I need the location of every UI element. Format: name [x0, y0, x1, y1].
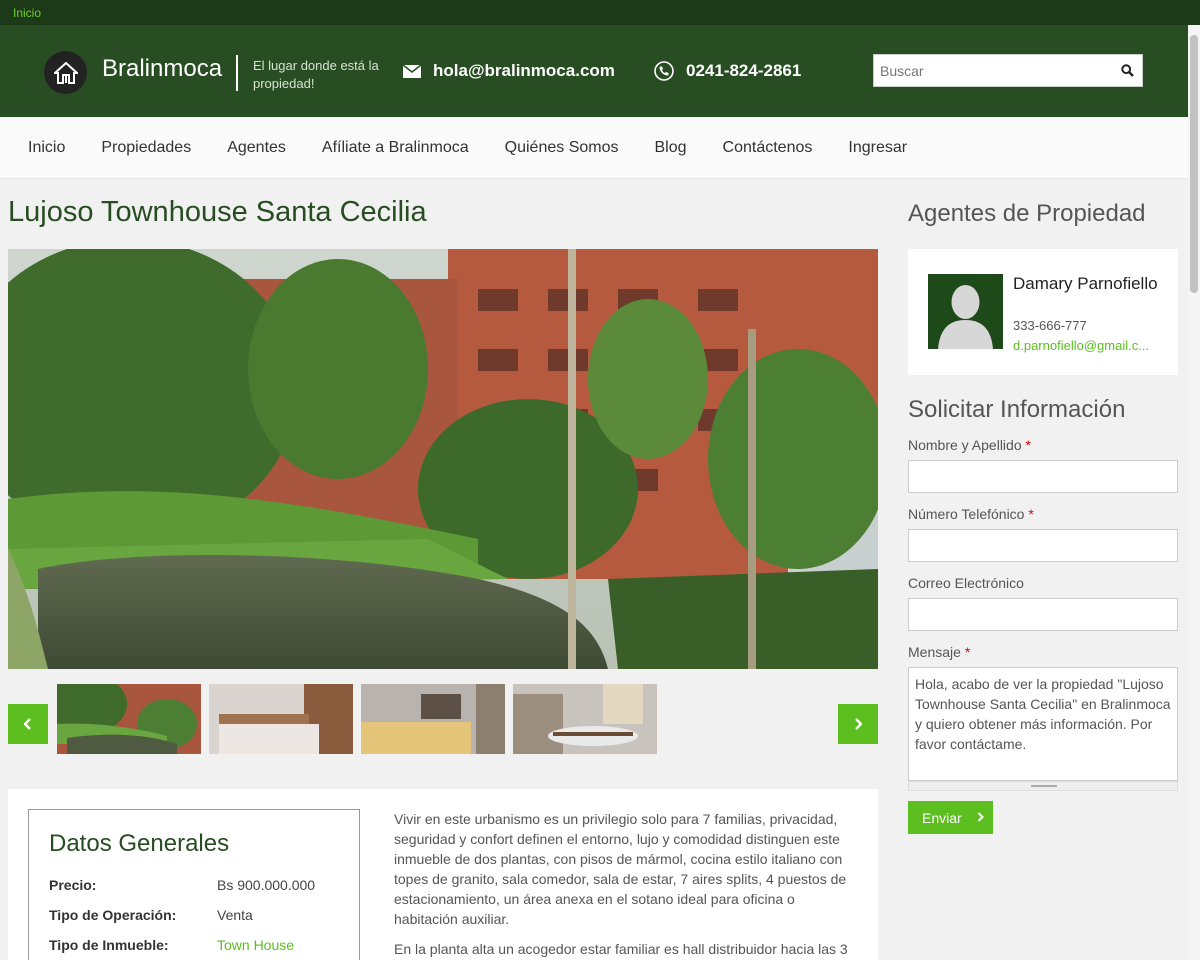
data-label: Tipo de Inmueble:	[49, 937, 169, 953]
textarea-resize-handle[interactable]	[908, 781, 1178, 791]
name-label: Nombre y Apellido *	[908, 437, 1031, 453]
data-label: Tipo de Operación:	[49, 907, 177, 923]
brand-tagline: El lugar donde está la propiedad!	[253, 58, 379, 91]
request-info-title: Solicitar Información	[908, 396, 1126, 423]
nav-item-quienes-somos[interactable]: Quiénes Somos	[487, 139, 637, 157]
nav-item-contactenos[interactable]: Contáctenos	[705, 139, 831, 157]
required-mark: *	[1025, 437, 1031, 453]
property-type-link[interactable]: Town House	[217, 937, 294, 953]
nav-item-propiedades[interactable]: Propiedades	[83, 139, 209, 157]
header-divider	[236, 55, 238, 91]
email-label: Correo Electrónico	[908, 575, 1024, 591]
search-box	[873, 54, 1143, 87]
data-value: Venta	[217, 907, 253, 923]
agents-title: Agentes de Propiedad	[908, 200, 1146, 227]
gallery-thumbnail[interactable]	[57, 684, 201, 754]
required-mark: *	[964, 644, 971, 660]
chevron-right-icon	[855, 718, 862, 730]
data-value: Bs 900.000.000	[217, 877, 316, 893]
phone-label-text: Número Telefónico	[908, 506, 1025, 522]
gallery-next-button[interactable]	[838, 704, 878, 744]
nav-item-inicio[interactable]: Inicio	[10, 139, 83, 157]
scrollbar-thumb[interactable]	[1190, 35, 1198, 293]
gallery-thumbnail[interactable]	[209, 684, 353, 754]
message-textarea[interactable]: Hola, acabo de ver la propiedad "Lujoso …	[908, 667, 1178, 781]
property-description: Vivir en este urbanismo es un privilegio…	[394, 809, 856, 960]
topbar-home-link[interactable]: Inicio	[13, 6, 41, 20]
gallery-thumbnail[interactable]	[513, 684, 657, 754]
name-label-text: Nombre y Apellido	[908, 437, 1022, 453]
top-bar: Inicio	[0, 0, 1200, 25]
house-logo-icon[interactable]	[44, 51, 87, 94]
nav-item-agentes[interactable]: Agentes	[209, 139, 304, 157]
site-header: Bralinmoca El lugar donde está la propie…	[0, 25, 1200, 117]
gallery-prev-button[interactable]	[8, 704, 48, 744]
phone-label: Número Telefónico *	[908, 506, 1034, 522]
nav-item-afiliate[interactable]: Afíliate a Bralinmoca	[304, 139, 487, 157]
message-label: Mensaje *	[908, 644, 970, 660]
chevron-left-icon	[24, 718, 31, 730]
nav-item-blog[interactable]: Blog	[637, 139, 705, 157]
general-data-box: Datos Generales Precio: Bs 900.000.000 T…	[28, 809, 360, 960]
envelope-icon	[403, 64, 421, 78]
nav-item-ingresar[interactable]: Ingresar	[830, 139, 925, 157]
property-main-photo[interactable]	[8, 249, 878, 669]
agent-email-link[interactable]: d.parnofiello@gmail.c...	[1013, 338, 1161, 353]
gallery-thumbnail[interactable]	[361, 684, 505, 754]
header-email[interactable]: hola@bralinmoca.com	[403, 61, 615, 81]
brand-name[interactable]: Bralinmoca	[102, 55, 222, 83]
message-label-text: Mensaje	[908, 644, 961, 660]
required-mark: *	[1028, 506, 1034, 522]
send-button-label: Enviar	[922, 809, 962, 826]
data-label: Precio:	[49, 877, 97, 893]
main-nav: Inicio Propiedades Agentes Afíliate a Br…	[0, 117, 1200, 179]
search-icon[interactable]	[1112, 64, 1142, 77]
description-paragraph: Vivir en este urbanismo es un privilegio…	[394, 811, 847, 927]
chevron-right-icon	[977, 812, 984, 822]
name-field[interactable]	[908, 460, 1178, 493]
header-email-text: hola@bralinmoca.com	[433, 61, 615, 80]
search-input[interactable]	[874, 55, 1112, 86]
header-phone[interactable]: 0241-824-2861	[654, 61, 801, 81]
agent-card: Damary Parnofiello 333-666-777 d.parnofi…	[908, 249, 1178, 375]
property-title: Lujoso Townhouse Santa Cecilia	[8, 196, 427, 228]
phone-field[interactable]	[908, 529, 1178, 562]
phone-icon	[654, 61, 674, 81]
avatar[interactable]	[928, 274, 1003, 349]
general-data-title: Datos Generales	[49, 830, 230, 857]
description-paragraph: En la planta alta un acogedor estar fami…	[394, 941, 848, 957]
agent-name[interactable]: Damary Parnofiello	[1013, 275, 1163, 293]
email-label-text: Correo Electrónico	[908, 575, 1024, 591]
email-field[interactable]	[908, 598, 1178, 631]
agent-phone: 333-666-777	[1013, 318, 1087, 333]
send-button[interactable]: Enviar	[908, 801, 993, 834]
header-phone-text: 0241-824-2861	[686, 61, 802, 80]
